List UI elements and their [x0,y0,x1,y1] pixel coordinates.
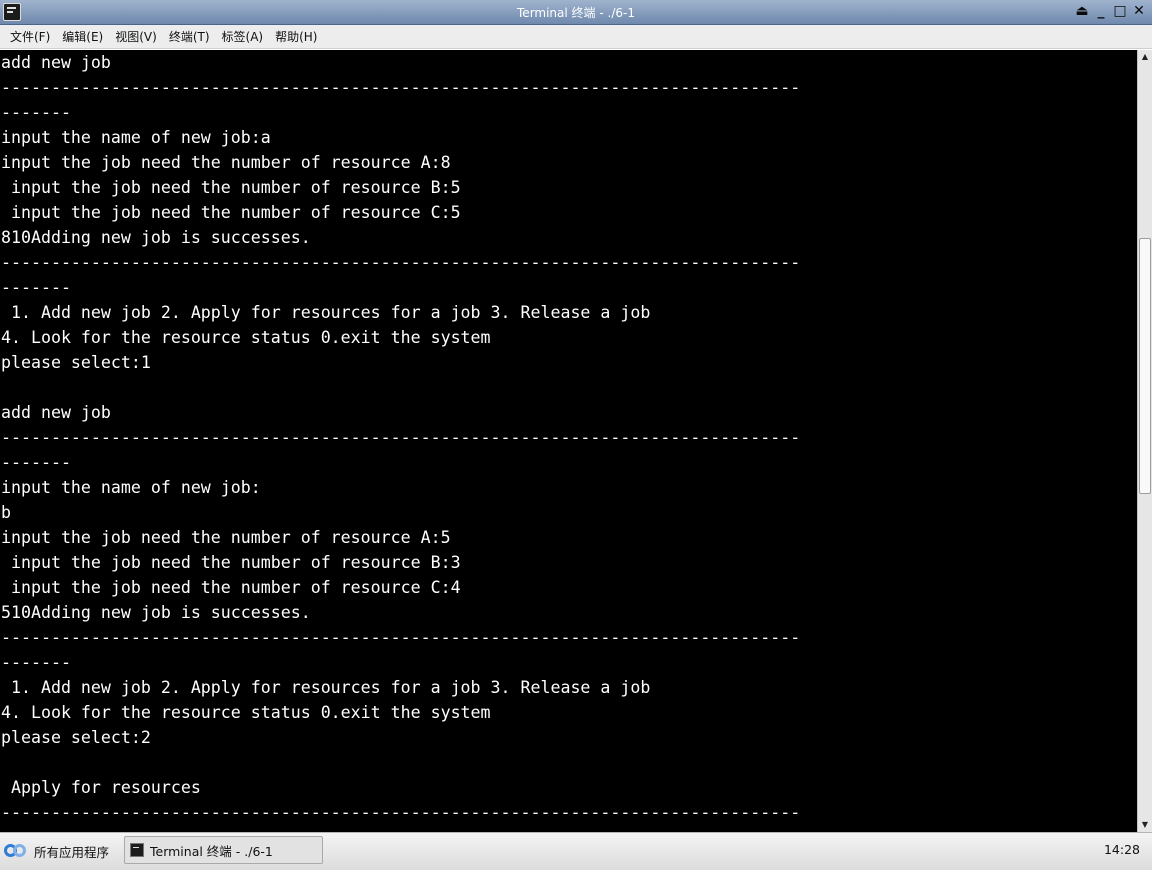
terminal-line: ----------------------------------------… [1,803,801,822]
terminal-output[interactable]: add new job -----------------------------… [0,50,1137,832]
terminal-line: input the name of new job:a [1,128,271,147]
terminal-line: ----------------------------------------… [1,78,801,97]
title-bar[interactable]: Terminal 终端 - ./6-1 ⏏ _ □ ✕ [0,0,1152,25]
terminal-line: ----------------------------------------… [1,428,801,447]
terminal-line: ------- [1,453,71,472]
terminal-line: ------- [1,278,71,297]
terminal-line: ------- [1,653,71,672]
terminal-line: Apply for resources [1,778,201,797]
start-menu-button[interactable]: 所有应用程序 [4,840,109,862]
terminal-line: please select:1 [1,353,151,372]
taskbar: 所有应用程序 Terminal 终端 - ./6-1 14:28 [0,832,1152,870]
terminal-line: input the job need the number of resourc… [1,178,461,197]
scrollbar-thumb[interactable] [1139,238,1151,494]
terminal-line: 510Adding new job is successes. [1,603,311,622]
terminal-line: ----------------------------------------… [1,253,801,272]
close-button[interactable]: ✕ [1132,3,1146,19]
scroll-down-arrow-icon[interactable]: ▼ [1138,818,1152,832]
terminal-line: input the job need the number of resourc… [1,553,461,572]
terminal-line: add new job [1,403,111,422]
eject-icon[interactable]: ⏏ [1075,3,1089,19]
terminal-line: please select:2 [1,728,151,747]
terminal-line: ------- [1,103,71,122]
clock: 14:28 [1103,842,1140,857]
terminal-line: 810Adding new job is successes. [1,228,311,247]
vertical-scrollbar[interactable]: ▲ ▼ [1137,50,1152,832]
menu-bar: 文件(F) 编辑(E) 视图(V) 终端(T) 标签(A) 帮助(H) [0,25,1152,49]
terminal-line: 4. Look for the resource status 0.exit t… [1,703,491,722]
window-controls: ⏏ _ □ ✕ [1075,3,1146,19]
minimize-button[interactable]: _ [1094,3,1108,19]
scroll-up-arrow-icon[interactable]: ▲ [1138,50,1152,64]
apps-logo-icon [4,842,28,860]
terminal-line: b [1,503,11,522]
terminal-line: input the job need the number of resourc… [1,578,461,597]
taskbar-window-label: Terminal 终端 - ./6-1 [150,843,273,859]
menu-file[interactable]: 文件(F) [4,28,56,45]
taskbar-terminal-window[interactable]: Terminal 终端 - ./6-1 [124,836,323,864]
start-menu-label: 所有应用程序 [34,844,110,860]
menu-view[interactable]: 视图(V) [109,28,163,45]
terminal-line: input the name of new job: [1,478,261,497]
menu-terminal[interactable]: 终端(T) [163,28,216,45]
window-title: Terminal 终端 - ./6-1 [517,6,635,20]
terminal-line: ----------------------------------------… [1,628,801,647]
menu-tabs[interactable]: 标签(A) [216,28,270,45]
menu-edit[interactable]: 编辑(E) [56,28,109,45]
terminal-line: 1. Add new job 2. Apply for resources fo… [1,303,651,322]
terminal-line: input the job need the number of resourc… [1,528,451,547]
terminal-icon [130,843,144,857]
menu-help[interactable]: 帮助(H) [269,28,323,45]
terminal-line: input the job need the number of resourc… [1,153,451,172]
terminal-line: add new job [1,53,111,72]
terminal-line: 4. Look for the resource status 0.exit t… [1,328,491,347]
terminal-line: input the job need the number of resourc… [1,203,461,222]
maximize-button[interactable]: □ [1113,3,1127,19]
terminal-line: 1. Add new job 2. Apply for resources fo… [1,678,651,697]
terminal-text[interactable]: add new job -----------------------------… [0,50,1137,825]
